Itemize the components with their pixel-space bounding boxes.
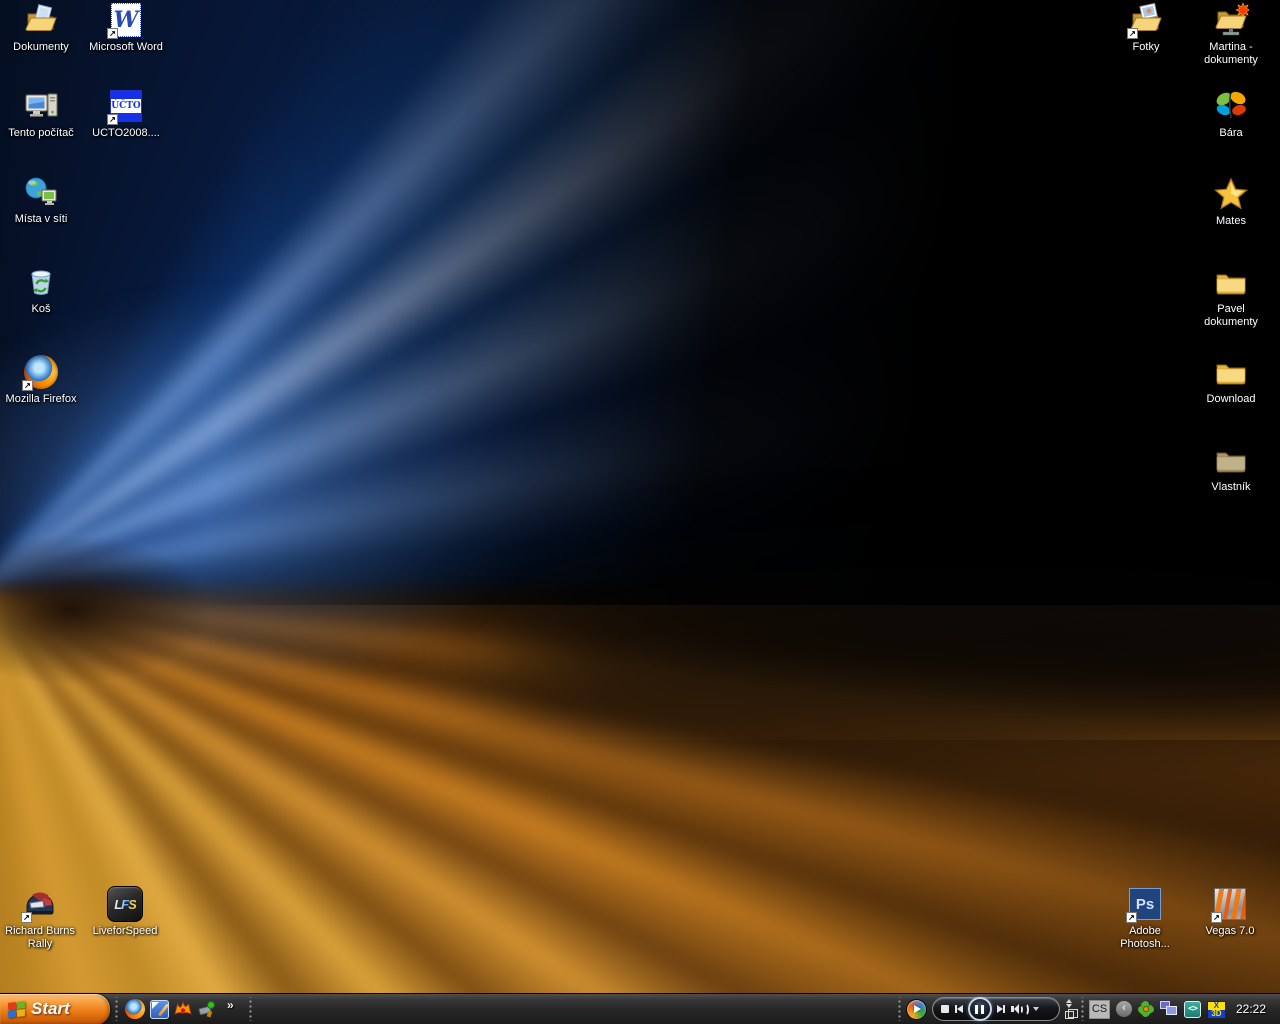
quicklaunch-flame-app-icon[interactable]: [171, 997, 195, 1021]
desktop-icon-photoshop[interactable]: Ps ↗ Adobe Photosh...: [1107, 886, 1183, 951]
desktop-icon-label: Martina - dokumenty: [1204, 41, 1258, 66]
desktop-icon-bara[interactable]: Bára: [1193, 88, 1269, 140]
wmp-toolbar-resize-arrows-icon[interactable]: [1066, 999, 1073, 1008]
desktop-icon-word[interactable]: W ↗ Microsoft Word: [88, 2, 164, 54]
network-connection-icon[interactable]: [1159, 1001, 1178, 1017]
shortcut-arrow-icon: ↗: [1127, 28, 1138, 39]
shortcut-arrow-icon: ↗: [107, 28, 118, 39]
wmp-toolbar-controls: [1064, 999, 1078, 1019]
icq-flower-icon[interactable]: [1136, 999, 1156, 1019]
desktop-icon-martina[interactable]: Martina - dokumenty: [1193, 2, 1269, 67]
desktop-screen: Dokumenty Tento počítač Místa v síti Koš…: [0, 0, 1280, 1024]
desktop-icon-label: Vegas 7.0: [1205, 925, 1255, 937]
taskbar-drag-handle[interactable]: [248, 997, 252, 1021]
shortcut-arrow-icon: ↗: [1126, 912, 1137, 923]
wallpaper-vanishing-point: [0, 535, 210, 685]
desktop-icon-label: Dokumenty: [13, 41, 69, 53]
photos-folder-icon: ↗: [1127, 2, 1164, 39]
desktop-icon-label: UCTO2008....: [92, 127, 160, 139]
desktop-icon-label: Adobe Photosh...: [1120, 925, 1170, 950]
rally-helmet-icon: ↗: [21, 886, 58, 923]
desktop-icon-label: Tento počítač: [8, 127, 74, 139]
desktop-icon-label: Pavel dokumenty: [1204, 303, 1258, 328]
folder-icon: [1213, 264, 1249, 300]
desktop-icon-label: Místa v síti: [14, 213, 68, 225]
desktop-icon-vlastnik[interactable]: Vlastník: [1193, 442, 1269, 494]
start-button[interactable]: Start: [0, 993, 110, 1024]
vegas-icon: ↗: [1211, 886, 1248, 923]
desktop-icon-vegas[interactable]: ↗ Vegas 7.0: [1192, 886, 1268, 938]
desktop-icon-label: Koš: [31, 303, 51, 315]
open-folder-documents-icon: [23, 2, 59, 38]
desktop-icon-ucto[interactable]: ÚČTO ↗ UCTO2008....: [88, 88, 164, 140]
desktop-icon-download[interactable]: Download: [1193, 354, 1269, 406]
ucto-app-icon: ÚČTO ↗: [107, 88, 144, 125]
gold-star-icon: [1213, 176, 1249, 212]
desktop-icon-label: LiveforSpeed: [92, 925, 158, 937]
desktop-icon-pavel[interactable]: Pavel dokumenty: [1193, 264, 1269, 329]
taskbar-drag-handle[interactable]: [115, 997, 118, 1021]
recycle-bin-icon: [23, 264, 59, 300]
wmp-stop-button[interactable]: [940, 1005, 949, 1013]
wmp-logo-icon[interactable]: [905, 998, 927, 1020]
system-tray: CS ‹ <> X 3D 22:22: [1088, 999, 1280, 1019]
desktop-icon-label: Fotky: [1132, 41, 1160, 53]
desktop-icon-label: Richard Burns Rally: [5, 925, 75, 950]
wallpaper-ground-shadow: [537, 740, 1280, 1024]
my-computer-icon: [23, 88, 59, 124]
shortcut-arrow-icon: ↗: [21, 912, 32, 923]
desktop-icon-label: Microsoft Word: [89, 41, 163, 53]
shortcut-arrow-icon: ↗: [22, 380, 33, 391]
microsoft-word-icon: W ↗: [107, 2, 144, 39]
taskbar-drag-handle[interactable]: [1080, 997, 1084, 1021]
start-label: Start: [31, 999, 70, 1018]
desktop-icon-label: Bára: [1219, 127, 1243, 139]
desktop-icon-label: Mozilla Firefox: [5, 393, 77, 405]
desktop-icon-dokumenty[interactable]: Dokumenty: [3, 2, 79, 54]
dcpp-icon[interactable]: <>: [1183, 1000, 1201, 1018]
desktop-icon-firefox[interactable]: ↗ Mozilla Firefox: [3, 354, 79, 406]
desktop-icon-mista-v-siti[interactable]: Místa v síti: [3, 174, 79, 226]
liveforspeed-icon: LFS: [107, 886, 143, 922]
msn-butterfly-icon: [1213, 88, 1249, 124]
quicklaunch-firefox-icon[interactable]: [123, 997, 147, 1021]
desktop-icon-kos[interactable]: Koš: [3, 264, 79, 316]
tray-collapse-chevron-icon[interactable]: ‹: [1115, 1001, 1132, 1017]
desktop-icon-label: Mates: [1216, 215, 1246, 227]
photoshop-icon: Ps ↗: [1126, 886, 1163, 923]
network-places-icon: [23, 174, 59, 210]
wmp-volume-button[interactable]: [1010, 1002, 1039, 1016]
desktop-icon-mates[interactable]: Mates: [1193, 176, 1269, 228]
wmp-pause-button[interactable]: [967, 997, 992, 1021]
folder-icon: [1213, 442, 1249, 478]
shortcut-arrow-icon: ↗: [107, 114, 118, 125]
desktop-icon-label: Vlastník: [1211, 481, 1251, 493]
taskbar-clock[interactable]: 22:22: [1236, 1002, 1266, 1016]
shortcut-arrow-icon: ↗: [1211, 912, 1222, 923]
desktop-icon-rbr[interactable]: ↗ Richard Burns Rally: [2, 886, 78, 951]
shared-folder-icon: [1213, 2, 1251, 38]
wmp-next-button[interactable]: [996, 1005, 1005, 1013]
wmp-previous-button[interactable]: [954, 1005, 963, 1013]
windows-logo-icon: [8, 1000, 25, 1018]
quicklaunch-show-desktop-icon[interactable]: [147, 997, 171, 1021]
quicklaunch-tool-app-icon[interactable]: [195, 997, 219, 1021]
desktop-icon-fotky[interactable]: ↗ Fotky: [1108, 2, 1184, 54]
quicklaunch-overflow-chevron-icon[interactable]: »: [221, 997, 240, 1013]
language-indicator[interactable]: CS: [1088, 999, 1110, 1019]
desktop-icon-lfs[interactable]: LFS LiveforSpeed: [87, 886, 163, 938]
desktop-icon-label: Download: [1206, 393, 1256, 405]
wallpaper: [0, 0, 1280, 1024]
wallpaper-sky-shadow: [0, 0, 1280, 605]
desktop-icon-tento-pocitac[interactable]: Tento počítač: [3, 88, 79, 140]
folder-icon: [1213, 354, 1249, 390]
xvid-3d-utility-icon[interactable]: X 3D: [1206, 1000, 1226, 1018]
wmp-restore-window-icon[interactable]: [1064, 1009, 1078, 1019]
taskbar: Start » CS ‹ <> X 3D 22:22: [0, 993, 1280, 1024]
taskbar-drag-handle[interactable]: [897, 997, 901, 1021]
firefox-icon: ↗: [22, 354, 59, 391]
wmp-mini-player: [931, 997, 1060, 1021]
